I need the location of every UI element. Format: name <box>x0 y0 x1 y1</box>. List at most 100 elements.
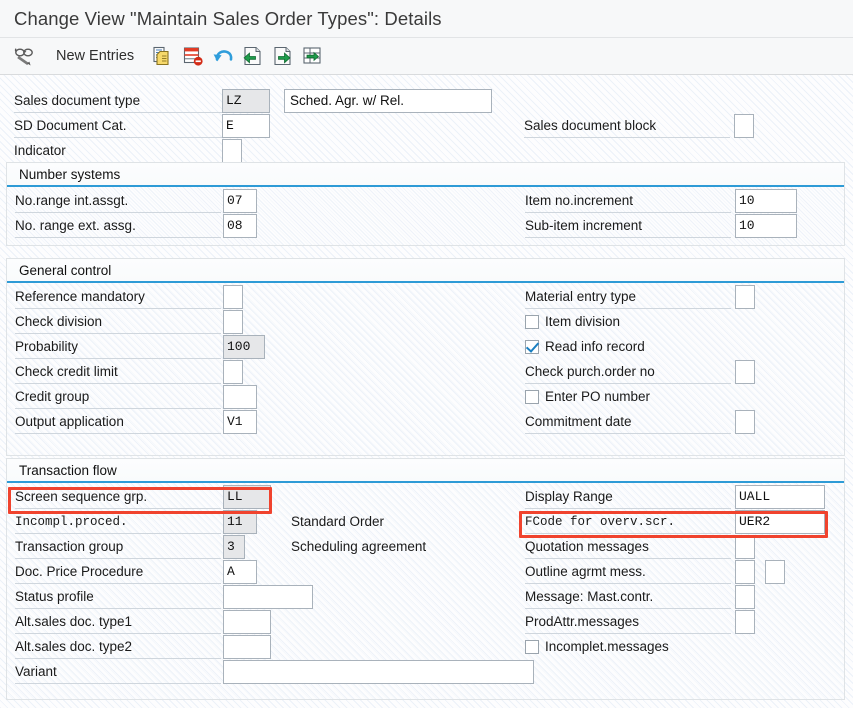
check-purch-order-no-label: Check purch.order no <box>525 361 731 384</box>
status-profile-label: Status profile <box>15 586 221 609</box>
output-application-row: Output application <box>15 410 221 434</box>
alt-sales-doc-type2-label: Alt.sales doc. type2 <box>15 636 221 659</box>
variant-label: Variant <box>15 661 221 684</box>
incomplet-messages-label: Incomplet.messages <box>545 639 669 654</box>
message-mast-contr-label: Message: Mast.contr. <box>525 586 731 609</box>
sub-item-increment-row: Sub-item increment <box>525 214 731 238</box>
quotation-messages-label: Quotation messages <box>525 536 731 559</box>
variant-row: Variant <box>15 660 221 684</box>
probability-input[interactable]: 100 <box>223 335 265 359</box>
check-division-input[interactable] <box>223 310 243 334</box>
read-info-record-label: Read info record <box>545 339 645 354</box>
doc-price-procedure-input[interactable]: A <box>223 560 257 584</box>
sub-item-increment-input[interactable]: 10 <box>735 214 797 238</box>
display-range-label: Display Range <box>525 486 731 509</box>
incompl-proced-input[interactable]: 11 <box>223 510 257 534</box>
output-application-label: Output application <box>15 411 221 434</box>
credit-group-label: Credit group <box>15 386 221 409</box>
fcode-for-overv-scr-input[interactable]: UER2 <box>735 510 825 534</box>
check-credit-limit-row: Check credit limit <box>15 360 221 384</box>
enter-po-number-checkbox[interactable] <box>525 390 539 404</box>
sales-document-type-input[interactable]: LZ <box>222 89 270 113</box>
undo-arrow-icon[interactable] <box>208 41 238 71</box>
screen-sequence-grp-input[interactable]: LL <box>223 485 271 509</box>
incomplet-messages-checkbox-row[interactable]: Incomplet.messages <box>525 635 669 659</box>
credit-group-input[interactable] <box>223 385 257 409</box>
check-purch-order-no-input[interactable] <box>735 360 755 384</box>
reference-mandatory-row: Reference mandatory <box>15 285 221 309</box>
quotation-messages-row: Quotation messages <box>525 535 731 559</box>
check-division-label: Check division <box>15 311 221 334</box>
section-general-control-header: General control <box>7 259 844 283</box>
sales-document-block-input[interactable] <box>734 114 754 138</box>
indicator-input[interactable] <box>222 139 242 163</box>
material-entry-type-input[interactable] <box>735 285 755 309</box>
section-number-systems: Number systems No.range int.assgt. 07 No… <box>6 162 845 246</box>
prodattr-messages-input[interactable] <box>735 610 755 634</box>
item-division-checkbox[interactable] <box>525 315 539 329</box>
prodattr-messages-label: ProdAttr.messages <box>525 611 731 634</box>
no-range-ext-assg-input[interactable]: 08 <box>223 214 257 238</box>
sd-document-cat-row: SD Document Cat. <box>14 114 226 138</box>
outline-agrmt-mess-row: Outline agrmt mess. <box>525 560 731 584</box>
quotation-messages-input[interactable] <box>735 535 755 559</box>
sd-document-cat-input[interactable]: E <box>222 114 270 138</box>
display-range-input[interactable]: UALL <box>735 485 825 509</box>
sales-document-type-row: Sales document type <box>14 89 226 113</box>
next-entry-icon[interactable] <box>268 41 298 71</box>
output-application-input[interactable]: V1 <box>223 410 257 434</box>
section-transaction-flow: Transaction flow Screen sequence grp. LL… <box>6 458 845 700</box>
doc-price-procedure-label: Doc. Price Procedure <box>15 561 221 584</box>
check-credit-limit-input[interactable] <box>223 360 243 384</box>
enter-po-number-checkbox-row[interactable]: Enter PO number <box>525 385 650 409</box>
screen-sequence-grp-row: Screen sequence grp. <box>15 485 221 509</box>
no-range-int-assgt-input[interactable]: 07 <box>223 189 257 213</box>
probability-label: Probability <box>15 336 221 359</box>
delete-row-icon[interactable] <box>178 41 208 71</box>
new-entries-button[interactable]: New Entries <box>56 48 134 64</box>
previous-entry-icon[interactable] <box>238 41 268 71</box>
enter-po-number-label: Enter PO number <box>545 389 651 404</box>
prodattr-messages-row: ProdAttr.messages <box>525 610 731 634</box>
outline-agrmt-mess-input[interactable] <box>735 560 755 584</box>
reference-mandatory-input[interactable] <box>223 285 243 309</box>
read-info-record-checkbox[interactable] <box>525 340 539 354</box>
transaction-group-description: Scheduling agreement <box>291 539 427 554</box>
alt-sales-doc-type1-input[interactable] <box>223 610 271 634</box>
section-general-control: General control Reference mandatory Chec… <box>6 258 845 456</box>
table-arrow-icon[interactable] <box>298 41 328 71</box>
commitment-date-input[interactable] <box>735 410 755 434</box>
copy-document-icon[interactable] <box>148 41 178 71</box>
window-title-bar: Change View "Maintain Sales Order Types"… <box>0 0 853 37</box>
toolbar: New Entries <box>0 37 853 75</box>
no-range-ext-assg-row: No. range ext. assg. <box>15 214 221 238</box>
sales-document-block-label: Sales document block <box>524 115 730 138</box>
variant-input[interactable] <box>223 660 534 684</box>
alt-sales-doc-type2-input[interactable] <box>223 635 271 659</box>
indicator-row: Indicator <box>14 139 226 163</box>
status-profile-input[interactable] <box>223 585 313 609</box>
alt-sales-doc-type2-row: Alt.sales doc. type2 <box>15 635 221 659</box>
alt-sales-doc-type1-label: Alt.sales doc. type1 <box>15 611 221 634</box>
fcode-for-overv-scr-row: FCode for overv.scr. <box>525 510 731 534</box>
item-division-label: Item division <box>545 314 621 329</box>
item-division-checkbox-row[interactable]: Item division <box>525 310 620 334</box>
reference-mandatory-label: Reference mandatory <box>15 286 221 309</box>
sales-document-block-row: Sales document block <box>524 114 730 138</box>
read-info-record-checkbox-row[interactable]: Read info record <box>525 335 645 359</box>
sub-item-increment-label: Sub-item increment <box>525 215 731 238</box>
transaction-group-input[interactable]: 3 <box>223 535 245 559</box>
incompl-proced-row: Incompl.proced. <box>15 510 221 534</box>
incompl-proced-description: Standard Order <box>291 514 385 529</box>
item-no-increment-input[interactable]: 10 <box>735 189 797 213</box>
message-mast-contr-input[interactable] <box>735 585 755 609</box>
no-range-int-assgt-row: No.range int.assgt. <box>15 189 221 213</box>
material-entry-type-row: Material entry type <box>525 285 731 309</box>
screen-sequence-grp-label: Screen sequence grp. <box>15 486 221 509</box>
incomplet-messages-checkbox[interactable] <box>525 640 539 654</box>
sales-document-type-description-input[interactable]: Sched. Agr. w/ Rel. <box>284 89 492 113</box>
item-no-increment-label: Item no.increment <box>525 190 731 213</box>
credit-group-row: Credit group <box>15 385 221 409</box>
outline-agrmt-mess-input-2[interactable] <box>765 560 785 584</box>
glasses-pencil-icon[interactable] <box>10 41 40 71</box>
